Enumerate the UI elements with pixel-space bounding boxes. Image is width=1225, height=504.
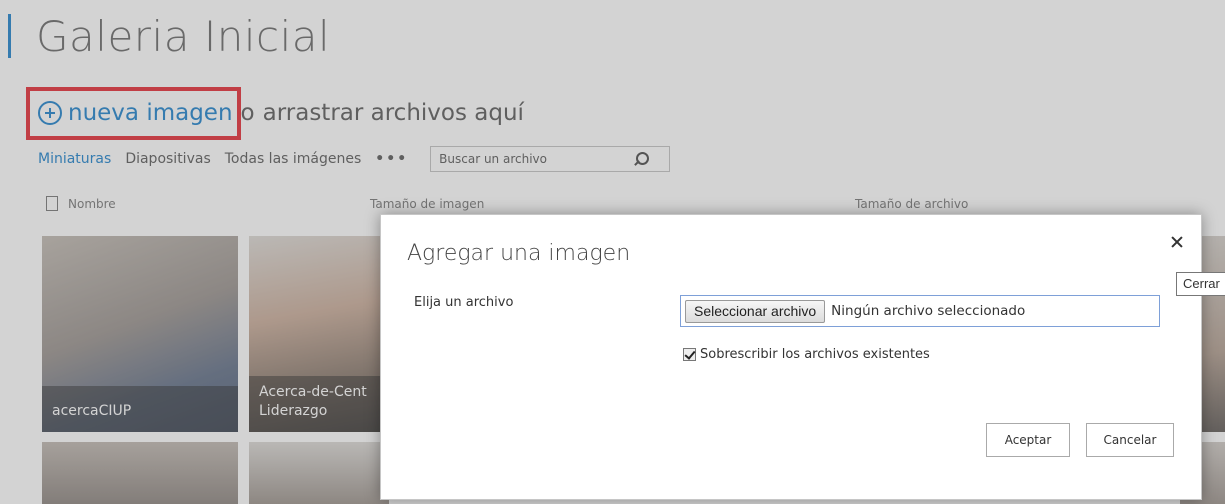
overwrite-checkbox[interactable] (683, 348, 696, 361)
choose-file-button[interactable]: Seleccionar archivo (685, 299, 826, 323)
close-tooltip: Cerrar (1176, 272, 1225, 296)
file-input[interactable]: Seleccionar archivo Ningún archivo selec… (680, 295, 1160, 327)
overwrite-label: Sobrescribir los archivos existentes (700, 347, 930, 362)
cancel-button[interactable]: Cancelar (1086, 423, 1174, 457)
choose-file-label: Elija un archivo (414, 295, 514, 310)
add-image-dialog: Agregar una imagen Elija un archivo Sele… (380, 214, 1202, 500)
overwrite-option[interactable]: Sobrescribir los archivos existentes (683, 347, 930, 362)
close-icon[interactable] (1166, 231, 1188, 253)
dialog-title: Agregar una imagen (407, 241, 631, 266)
file-status-text: Ningún archivo seleccionado (831, 303, 1026, 319)
accept-button[interactable]: Aceptar (986, 423, 1070, 457)
